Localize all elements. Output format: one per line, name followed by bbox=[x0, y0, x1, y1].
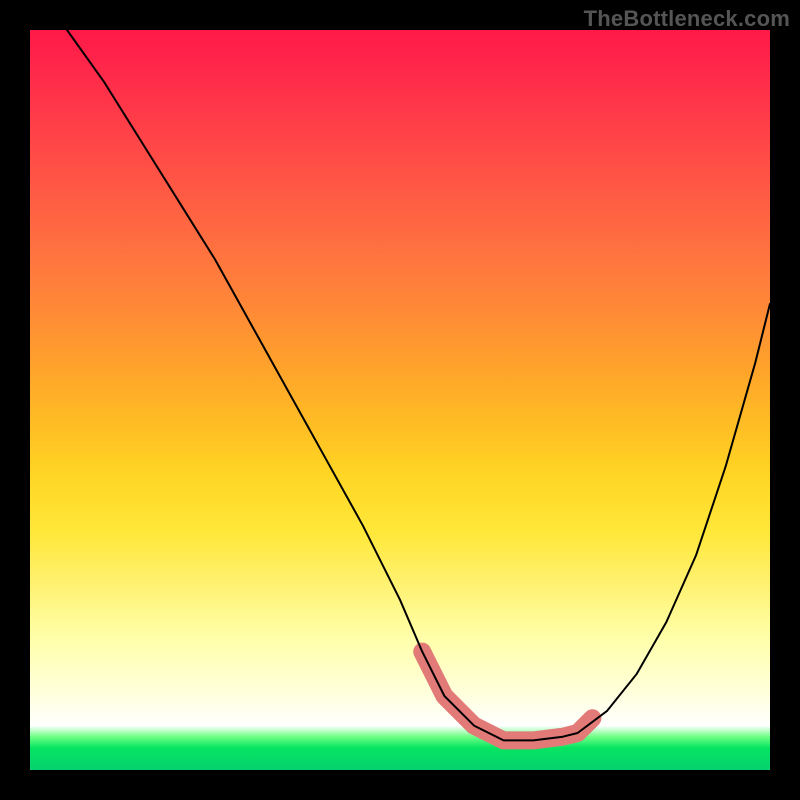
watermark-label: TheBottleneck.com bbox=[584, 6, 790, 32]
highlight-stroke bbox=[422, 652, 592, 741]
chart-svg bbox=[30, 30, 770, 770]
curve-line bbox=[67, 30, 770, 740]
chart-plot-area bbox=[30, 30, 770, 770]
